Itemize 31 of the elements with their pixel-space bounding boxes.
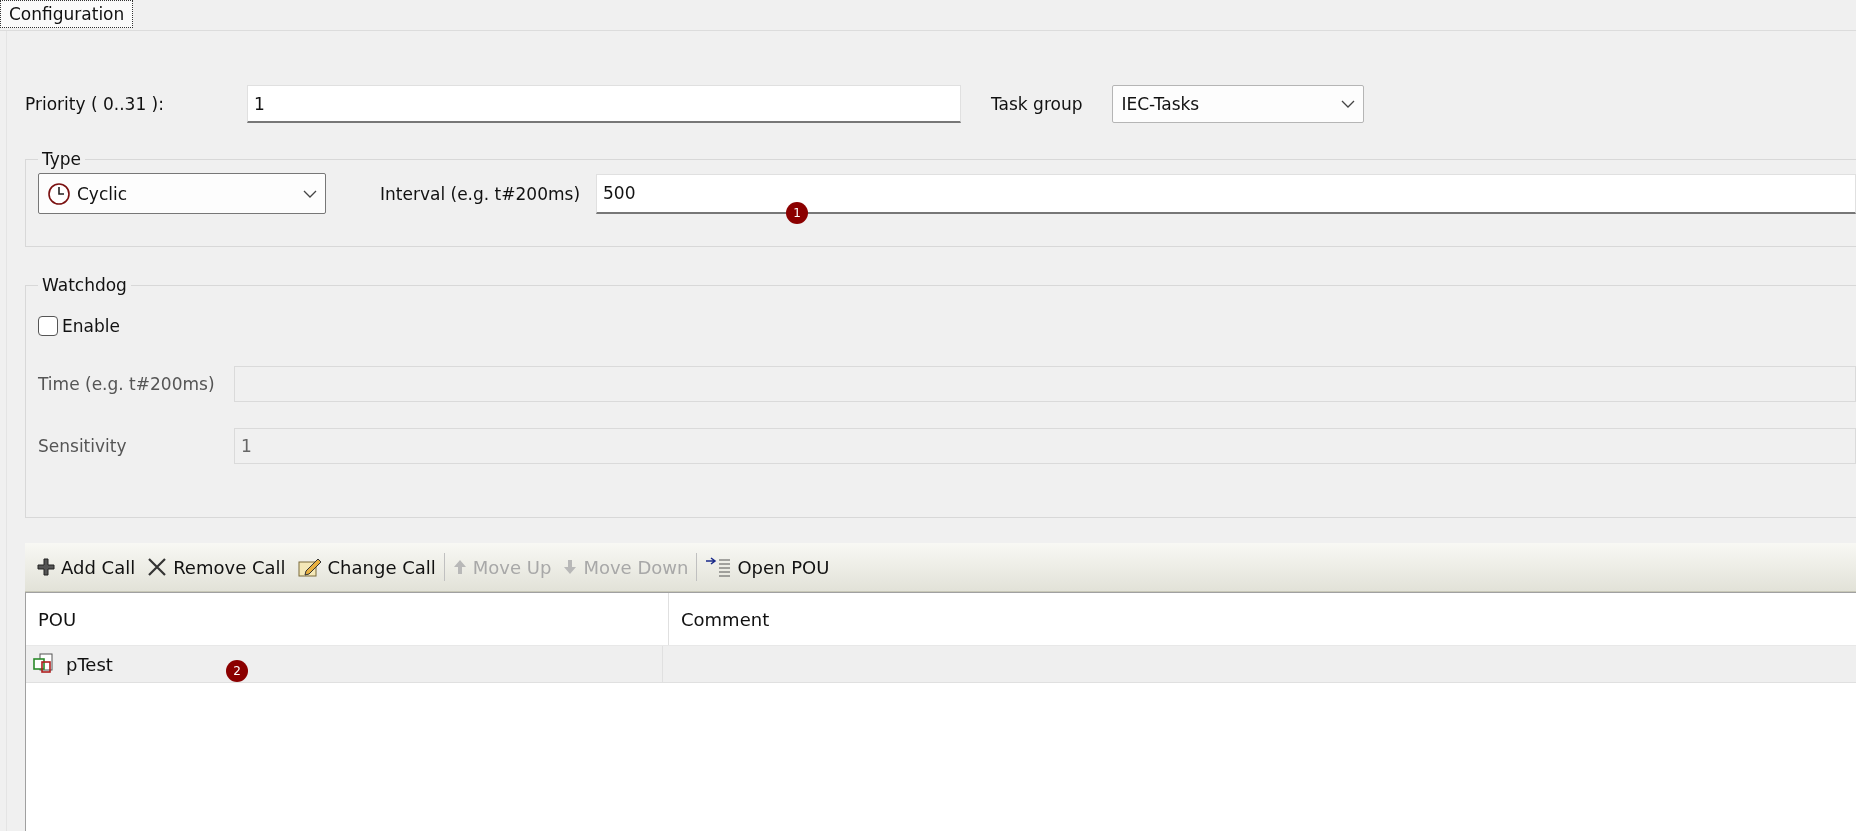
program-icon xyxy=(32,653,54,675)
chevron-icon xyxy=(303,189,317,198)
chevron-icon xyxy=(1341,100,1356,108)
field-label: Time (e.g. t#200ms) xyxy=(38,374,216,394)
toolbar-button[interactable]: Change Call xyxy=(291,549,442,585)
table-cell: pTest xyxy=(66,653,113,675)
up-arrow-icon xyxy=(452,559,467,575)
dropdown[interactable]: IEC-Tasks xyxy=(1112,85,1365,123)
field-label: Interval (e.g. t#200ms) xyxy=(380,183,580,204)
pencil-note-icon xyxy=(297,557,322,577)
group-label: Type xyxy=(41,149,83,169)
dropdown[interactable]: Cyclic xyxy=(38,173,326,214)
open-list-icon xyxy=(705,557,732,577)
checkbox-label: Enable xyxy=(62,316,120,336)
toolbar-button[interactable]: Open POU xyxy=(699,549,836,585)
down-arrow-icon xyxy=(563,559,578,575)
close-icon xyxy=(147,557,168,577)
column-header[interactable]: Comment xyxy=(669,593,770,645)
field-label: Task group xyxy=(991,94,1083,114)
toolbar-button[interactable]: Remove Call xyxy=(141,549,292,585)
tab[interactable]: Configuration xyxy=(0,0,134,28)
plus-icon xyxy=(37,558,55,576)
column-header[interactable]: POU xyxy=(26,593,669,645)
field-label: Priority ( 0..31 ): xyxy=(25,94,165,114)
checkbox[interactable] xyxy=(38,316,58,336)
toolbar-button[interactable]: Add Call xyxy=(31,549,142,585)
clock-icon xyxy=(47,181,71,206)
callout-marker: 1 xyxy=(786,202,808,224)
group-label: Watchdog xyxy=(41,275,128,295)
field-label: Sensitivity xyxy=(38,436,128,456)
input-field[interactable]: 1 xyxy=(247,85,961,123)
